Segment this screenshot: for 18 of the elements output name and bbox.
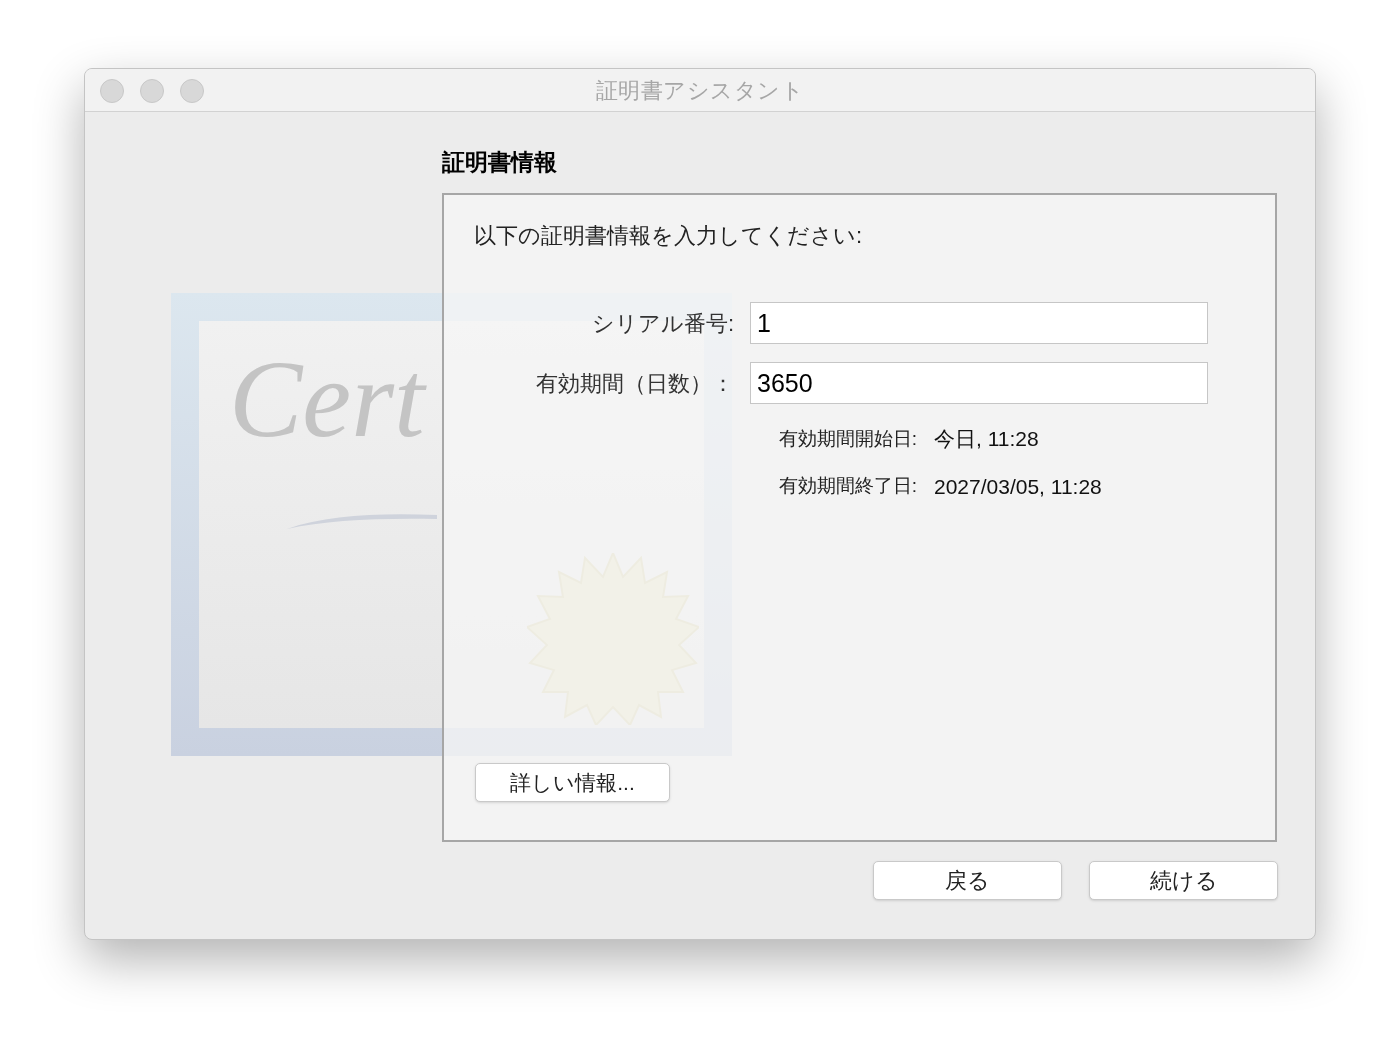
window-title: 証明書アシスタント [595,76,805,105]
more-info-button[interactable]: 詳しい情報... [475,763,670,802]
close-button[interactable] [100,79,124,103]
field-label: 有効期間（日数）： [535,369,735,398]
input-field[interactable]: 1 [750,302,1208,344]
section-heading: 証明書情報 [442,148,558,176]
field-label: シリアル番号: [590,309,735,338]
dialog-button[interactable]: 続ける [1089,861,1278,900]
minimize-button[interactable] [140,79,164,103]
dialog-button[interactable]: 戻る [873,861,1062,900]
input-field[interactable]: 3650 [750,362,1208,404]
info-value: 2027/03/05, 11:28 [934,473,1102,500]
info-label: 有効期間終了日: [777,474,917,498]
zoom-button[interactable] [180,79,204,103]
info-label: 有効期間開始日: [777,426,917,451]
flourish-icon [287,513,437,529]
info-value: 今日, 11:28 [934,426,1039,452]
instruction-text: 以下の証明書情報を入力してください: [474,222,863,250]
